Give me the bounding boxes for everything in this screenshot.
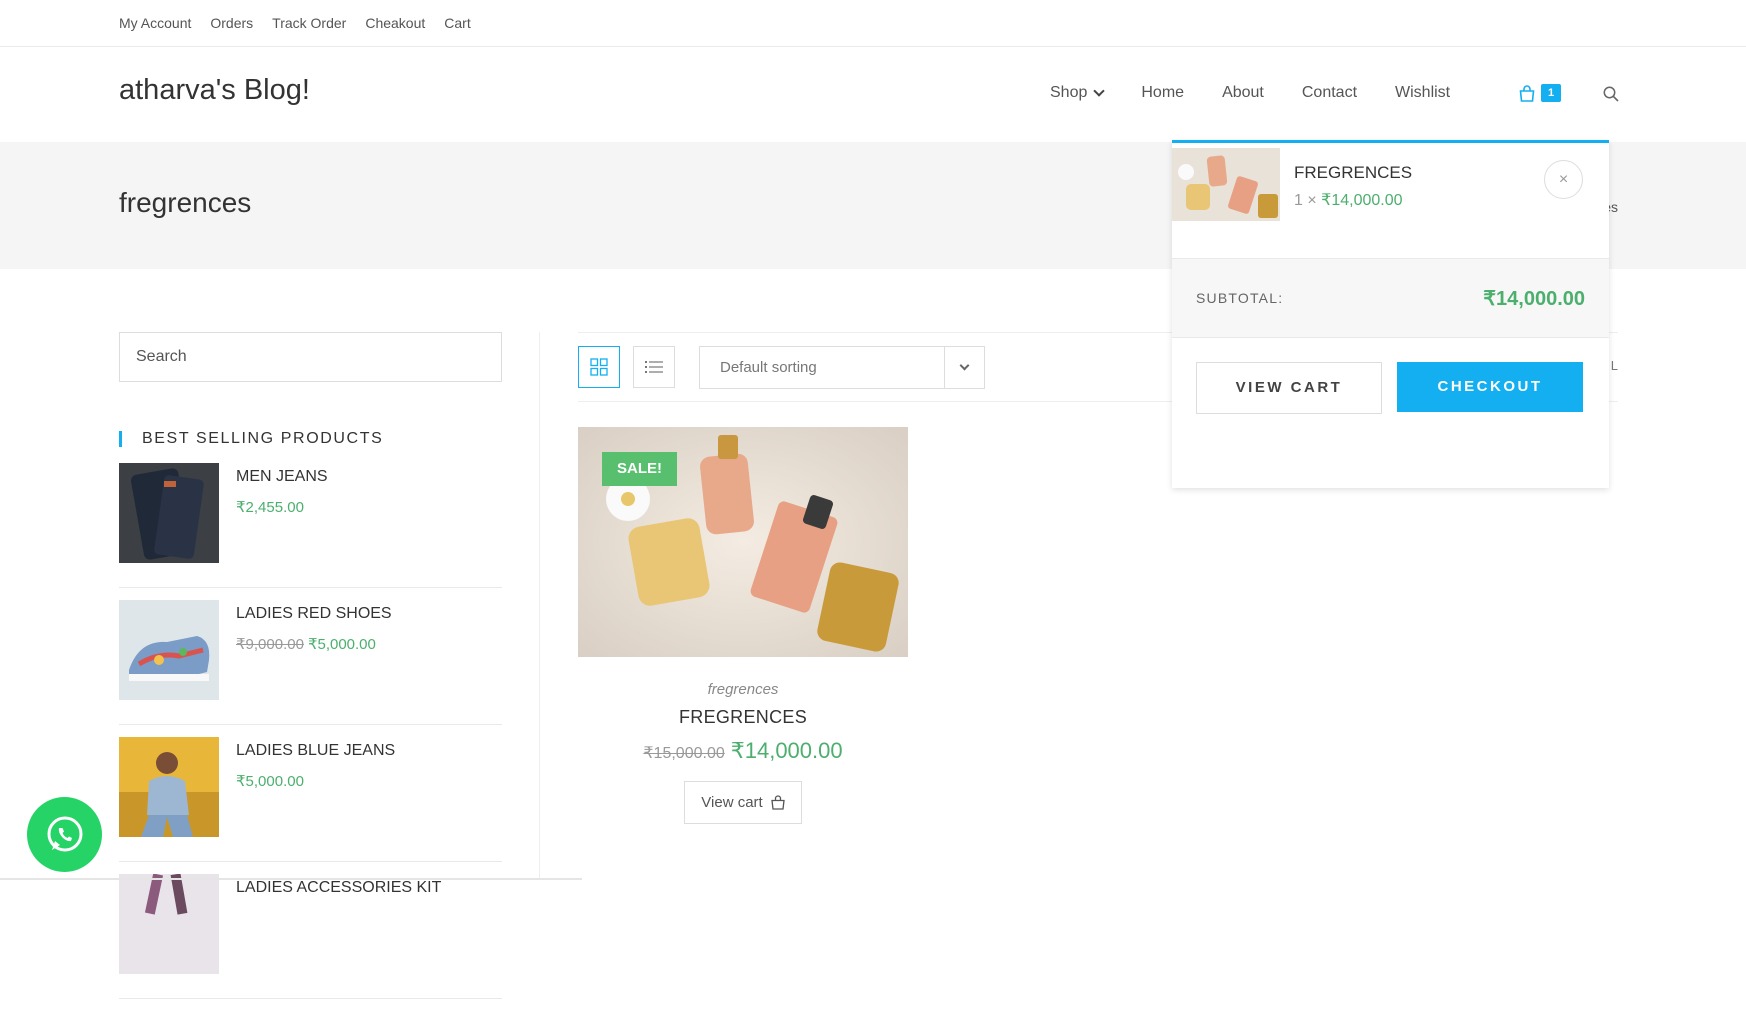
whatsapp-button[interactable]: [27, 797, 102, 872]
grid-icon: [590, 358, 608, 376]
my-account-link[interactable]: My Account: [119, 15, 191, 31]
nav-wishlist[interactable]: Wishlist: [1395, 84, 1450, 102]
product-card: SALE! fregrences FREGRENCES ₹15,000.00 ₹1…: [578, 427, 908, 824]
cart-link[interactable]: Cart: [444, 15, 470, 31]
product-info: MEN JEANS ₹2,455.00: [236, 468, 328, 587]
sidebar: BEST SELLING PRODUCTS MEN JEANS ₹2,455.0…: [119, 332, 502, 1011]
mini-cart-view-cart-button[interactable]: VIEW CART: [1196, 362, 1382, 414]
product-info: LADIES ACCESSORIES KIT: [236, 879, 441, 998]
product-info: LADIES RED SHOES ₹9,000.00 ₹5,000.00: [236, 605, 392, 724]
checkout-link[interactable]: Cheakout: [365, 15, 425, 31]
list-item[interactable]: LADIES ACCESSORIES KIT: [119, 874, 502, 999]
mini-cart-dropdown: FREGRENCES 1 × ₹14,000.00 × SUBTOTAL: ₹1…: [1172, 140, 1609, 488]
top-bar-links: My Account Orders Track Order Cheakout C…: [119, 15, 471, 31]
product-thumbnail[interactable]: [119, 600, 219, 700]
product-category[interactable]: fregrences: [578, 681, 908, 698]
old-price: ₹9,000.00: [236, 636, 304, 653]
mini-cart-item-quantity: 1 × ₹14,000.00: [1294, 190, 1403, 210]
remove-item-button[interactable]: ×: [1544, 160, 1583, 199]
best-selling-list: MEN JEANS ₹2,455.00 LADIES RED SHOES ₹9,…: [119, 463, 502, 999]
sort-select[interactable]: Default sorting: [699, 346, 985, 389]
sale-badge: SALE!: [602, 452, 677, 486]
product-name[interactable]: LADIES ACCESSORIES KIT: [236, 879, 441, 897]
site-title[interactable]: atharva's Blog!: [119, 74, 310, 107]
nav-shop-label: Shop: [1050, 84, 1088, 101]
list-item[interactable]: LADIES RED SHOES ₹9,000.00 ₹5,000.00: [119, 600, 502, 725]
column-divider: [539, 332, 540, 880]
mini-cart-subtotal: SUBTOTAL: ₹14,000.00: [1172, 258, 1609, 338]
quantity-text: 1 ×: [1294, 192, 1317, 209]
product-thumbnail[interactable]: [119, 463, 219, 563]
orders-link[interactable]: Orders: [210, 15, 253, 31]
nav-shop[interactable]: Shop: [1050, 84, 1106, 102]
search-input[interactable]: [119, 332, 502, 382]
product-name[interactable]: MEN JEANS: [236, 468, 328, 486]
chevron-down-icon: [1093, 84, 1106, 97]
product-price: ₹9,000.00 ₹5,000.00: [236, 635, 392, 653]
mini-cart-item: FREGRENCES 1 × ₹14,000.00 ×: [1172, 143, 1609, 258]
product-title[interactable]: FREGRENCES: [578, 707, 908, 728]
mini-cart-item-price: ₹14,000.00: [1321, 192, 1403, 209]
product-thumbnail[interactable]: [119, 737, 219, 837]
product-info: LADIES BLUE JEANS ₹5,000.00: [236, 742, 395, 861]
old-price: ₹15,000.00: [643, 745, 725, 762]
cart-count-badge: 1: [1541, 84, 1561, 102]
page-title: fregrences: [119, 187, 252, 218]
sort-select-value: Default sorting: [720, 359, 817, 376]
whatsapp-icon: [47, 816, 82, 851]
product-name[interactable]: LADIES BLUE JEANS: [236, 742, 395, 760]
nav-home[interactable]: Home: [1141, 84, 1184, 102]
grid-view-button[interactable]: [578, 346, 620, 388]
nav-contact[interactable]: Contact: [1302, 84, 1357, 102]
list-view-button[interactable]: [633, 346, 675, 388]
nav-about[interactable]: About: [1222, 84, 1264, 102]
toolbar-right-text: L: [1610, 358, 1618, 373]
subtotal-value: ₹14,000.00: [1483, 288, 1585, 310]
product-image[interactable]: SALE!: [578, 427, 908, 657]
product-price: ₹2,455.00: [236, 498, 328, 516]
widget-title: BEST SELLING PRODUCTS: [119, 431, 502, 447]
product-thumbnail[interactable]: [119, 874, 219, 974]
search-icon: [1603, 86, 1619, 102]
product-name[interactable]: LADIES RED SHOES: [236, 605, 392, 623]
mini-cart-checkout-button[interactable]: CHECKOUT: [1397, 362, 1583, 412]
top-bar: My Account Orders Track Order Cheakout C…: [0, 0, 1746, 47]
current-price: ₹2,455.00: [236, 499, 304, 516]
list-item[interactable]: MEN JEANS ₹2,455.00: [119, 463, 502, 588]
subtotal-label: SUBTOTAL:: [1196, 290, 1284, 306]
main-nav: Shop Home About Contact Wishlist: [1050, 84, 1488, 102]
product-price: ₹15,000.00 ₹14,000.00: [578, 738, 908, 764]
current-price: ₹14,000.00: [730, 738, 843, 763]
product-price: ₹5,000.00: [236, 772, 395, 790]
track-order-link[interactable]: Track Order: [272, 15, 346, 31]
view-cart-label: View cart: [701, 794, 763, 811]
product-thumbnail[interactable]: [1172, 148, 1280, 221]
list-icon: [645, 361, 663, 373]
site-header: atharva's Blog! Shop Home About Contact …: [0, 47, 1746, 142]
header-cart-button[interactable]: 1: [1519, 84, 1561, 102]
mini-cart-item-name[interactable]: FREGRENCES: [1294, 163, 1412, 183]
shopping-bag-icon: [1519, 84, 1535, 102]
header-search-button[interactable]: [1603, 86, 1619, 107]
shopping-bag-icon: [770, 795, 785, 810]
current-price: ₹5,000.00: [236, 773, 304, 790]
chevron-down-icon: [944, 347, 984, 388]
current-price: ₹5,000.00: [307, 636, 376, 653]
view-cart-button[interactable]: View cart: [684, 781, 802, 824]
list-item[interactable]: LADIES BLUE JEANS ₹5,000.00: [119, 737, 502, 862]
